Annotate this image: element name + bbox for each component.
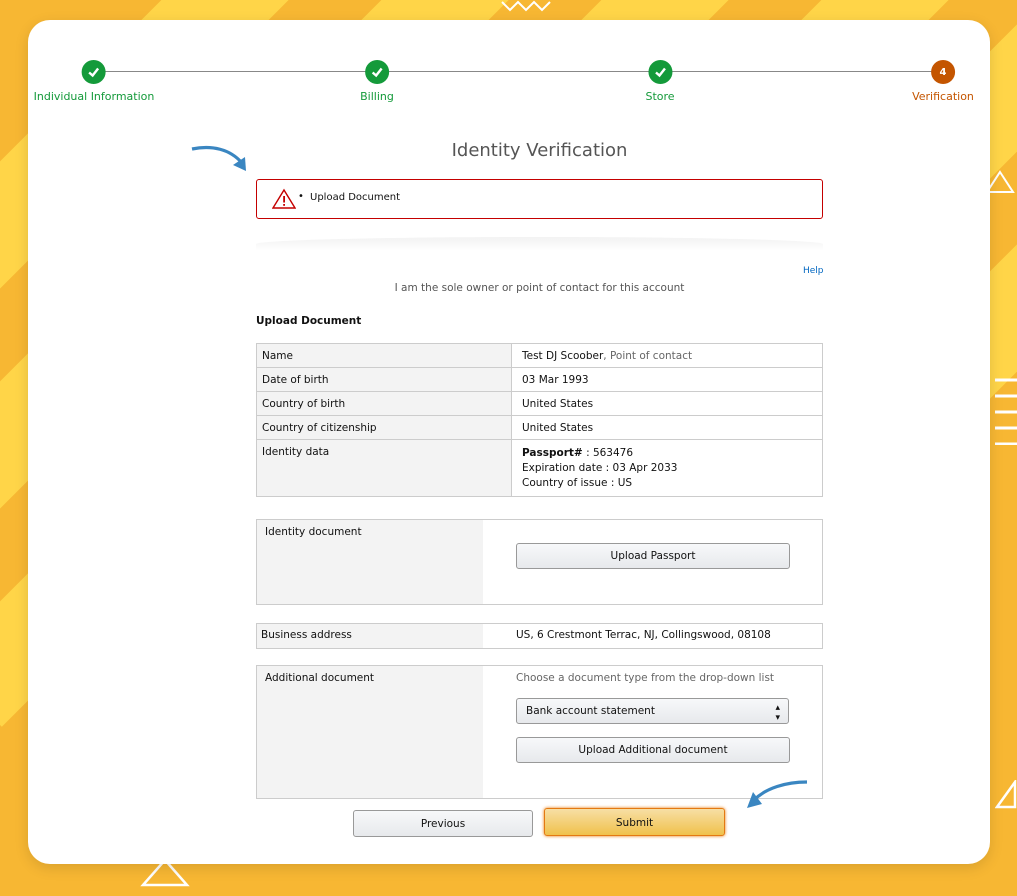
error-alert: Upload Document — [256, 179, 823, 219]
identity-document-label: Identity document — [265, 526, 362, 538]
business-address-label: Business address — [261, 629, 352, 641]
name-text: Test DJ Scoober — [522, 350, 604, 362]
arrow-pointer-icon — [747, 780, 808, 808]
identity-document-section: Identity document Upload Passport — [256, 519, 823, 605]
expiration-date: Expiration date : 03 Apr 2033 — [522, 462, 678, 474]
document-type-value: Bank account statement — [526, 705, 655, 717]
country-of-issue: Country of issue : US — [522, 477, 633, 489]
business-address-label-cell: Business address — [257, 624, 483, 648]
additional-document-label-cell: Additional document — [257, 666, 483, 798]
triangle-decoration — [995, 780, 1017, 809]
table-row: Name Test DJ Scoober, Point of contact — [256, 343, 823, 368]
main-card: Individual Information Billing Store 4 V… — [28, 20, 990, 864]
cob-label: Country of birth — [256, 391, 512, 416]
lines-decoration — [995, 378, 1017, 445]
squiggle-decoration — [501, 0, 551, 12]
stepper-line — [94, 71, 943, 72]
help-link[interactable]: Help — [803, 266, 824, 276]
passport-label: Passport# — [522, 447, 583, 459]
alert-item: Upload Document — [298, 191, 400, 203]
check-icon — [82, 60, 106, 84]
table-row: Country of citizenship United States — [256, 415, 823, 440]
section-title: Upload Document — [256, 315, 362, 327]
table-row: Country of birth United States — [256, 391, 823, 416]
step-label: Individual Information — [33, 90, 155, 103]
dob-label: Date of birth — [256, 367, 512, 392]
identity-data-label: Identity data — [256, 439, 512, 497]
warning-icon — [272, 188, 296, 209]
name-label: Name — [256, 343, 512, 368]
step-label: Billing — [360, 90, 394, 103]
check-icon — [647, 60, 672, 84]
step-billing: Billing — [360, 60, 394, 103]
step-label: Verification — [912, 90, 974, 103]
passport-number: : 563476 — [582, 447, 634, 459]
name-value: Test DJ Scoober, Point of contact — [511, 343, 823, 368]
additional-document-label: Additional document — [265, 672, 375, 684]
identity-document-label-cell: Identity document — [257, 520, 483, 604]
upload-additional-document-button[interactable]: Upload Additional document — [516, 737, 790, 763]
name-role: , Point of contact — [603, 350, 693, 362]
upload-passport-button[interactable]: Upload Passport — [516, 543, 790, 569]
document-type-select[interactable]: Bank account statement ▴ ▾ — [516, 698, 789, 724]
submit-button[interactable]: Submit — [544, 808, 725, 836]
table-row: Identity data Passport# : 563476 Expirat… — [256, 439, 823, 497]
step-verification: 4 Verification — [912, 60, 974, 103]
previous-button[interactable]: Previous — [353, 810, 533, 837]
check-icon — [364, 60, 389, 84]
identity-data-value: Passport# : 563476 Expiration date : 03 … — [511, 439, 823, 497]
step-store: Store — [645, 60, 675, 103]
business-address-section: Business address US, 6 Crestmont Terrac,… — [256, 623, 823, 649]
dob-value: 03 Mar 1993 — [511, 367, 823, 392]
arrow-pointer-icon — [191, 145, 246, 171]
section-divider — [256, 237, 823, 251]
coc-label: Country of citizenship — [256, 415, 512, 440]
step-number: 4 — [931, 60, 955, 84]
up-down-arrow-icon: ▴ ▾ — [775, 703, 780, 723]
document-type-hint: Choose a document type from the drop-dow… — [516, 672, 775, 684]
table-row: Date of birth 03 Mar 1993 — [256, 367, 823, 392]
passport-line: Passport# : 563476 — [522, 446, 817, 461]
page-title: Identity Verification — [451, 140, 628, 161]
business-address-value: US, 6 Crestmont Terrac, NJ, Collingswood… — [516, 629, 771, 641]
sole-owner-text: I am the sole owner or point of contact … — [394, 282, 685, 294]
step-label: Store — [645, 90, 675, 103]
step-individual-information: Individual Information — [33, 60, 155, 103]
cob-value: United States — [511, 391, 823, 416]
additional-document-section: Additional document Choose a document ty… — [256, 665, 823, 799]
coc-value: United States — [511, 415, 823, 440]
identity-info-table: Name Test DJ Scoober, Point of contact D… — [256, 343, 823, 497]
